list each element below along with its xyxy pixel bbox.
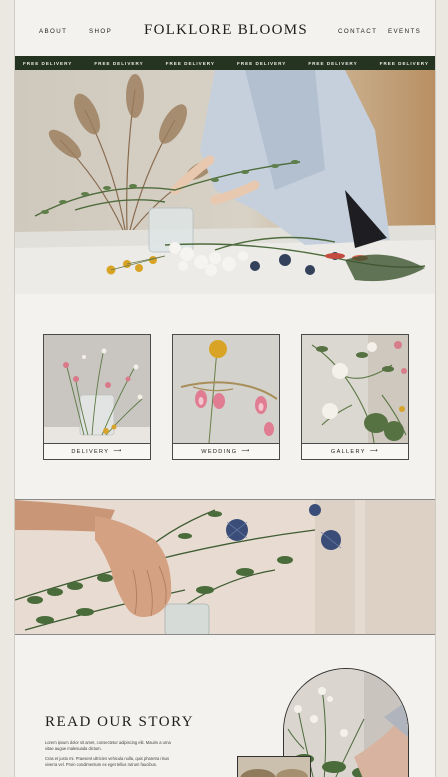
our-story-section: READ OUR STORY Lorem ipsum dolor sit ame… [15,636,435,777]
delivery-card-label-bar[interactable]: DELIVERY ⟶ [44,443,150,459]
story-paragraph-1: Lorem ipsum dolor sit amet, consectetur … [45,740,171,751]
banner-item: FREE DELIVERY [236,60,287,66]
banner-item: FREE DELIVERY [94,60,144,66]
delivery-card-label: DELIVERY [71,448,110,455]
wedding-card-label: WEDDING [201,448,238,455]
arrow-right-icon: ⟶ [241,447,251,454]
nav-contact-link[interactable]: CONTACT [338,28,377,35]
arrow-right-icon: ⟶ [369,447,380,454]
free-delivery-banner: FREE DELIVERY FREE DELIVERY FREE DELIVER… [15,56,435,70]
wedding-card-label-bar[interactable]: WEDDING ⟶ [173,443,279,459]
gallery-card[interactable]: GALLERY ⟶ [301,334,409,460]
banner-item: FREE DELIVERY [379,60,429,66]
gallery-card-label-bar[interactable]: GALLERY ⟶ [302,443,408,459]
hero-image [15,70,435,294]
delivery-card[interactable]: DELIVERY ⟶ [43,334,151,460]
arranging-flowers-image [15,499,435,635]
banner-item: FREE DELIVERY [165,60,215,66]
nav-events-link[interactable]: EVENTS [388,28,421,35]
arrow-right-icon: ⟶ [113,447,123,454]
banner-item: FREE DELIVERY [23,60,73,66]
banner-item: FREE DELIVERY [308,60,358,66]
page-frame: ABOUT SHOP FOLKLORE BLOOMS CONTACT EVENT… [14,0,436,777]
wedding-card[interactable]: WEDDING ⟶ [172,334,280,460]
story-heading: READ OUR STORY [45,714,195,730]
small-image [237,756,311,777]
site-header: ABOUT SHOP FOLKLORE BLOOMS CONTACT EVENT… [15,8,435,54]
story-paragraph-2: Cras et justo mi. Praesent ultricies veh… [45,756,170,767]
wedding-card-image [173,335,279,443]
gallery-card-image [302,335,408,443]
gallery-card-label: GALLERY [330,448,366,455]
services-section: DELIVERY ⟶ WEDDING ⟶ GALLERY ⟶ [15,294,435,499]
delivery-card-image [44,335,150,443]
